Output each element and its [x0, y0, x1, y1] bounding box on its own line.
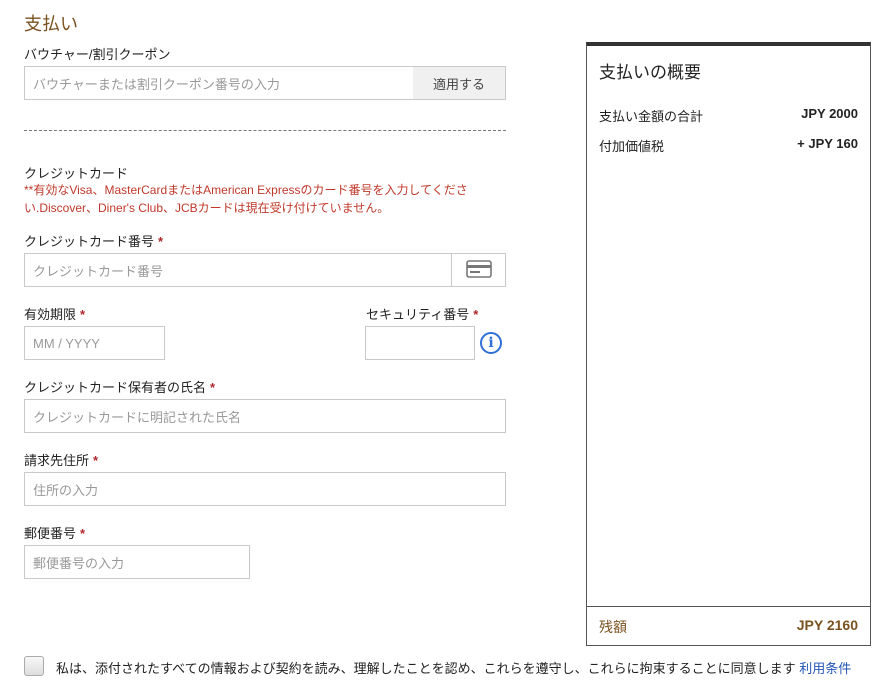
holder-label-text: クレジットカード保有者の氏名 [24, 380, 207, 395]
card-type-box [451, 253, 506, 287]
summary-footer: 残額 JPY 2160 [587, 606, 870, 645]
holder-placeholder: クレジットカードに明記された氏名 [33, 409, 242, 425]
address-label-text: 請求先住所 [24, 453, 90, 468]
credit-card-section-label: クレジットカード [24, 166, 129, 181]
summary-title: 支払いの概要 [599, 63, 701, 82]
holder-label: クレジットカード保有者の氏名 * [24, 377, 215, 396]
card-number-label: クレジットカード番号 * [24, 231, 163, 250]
total-value: JPY 2000 [801, 106, 858, 121]
tax-value: + JPY 160 [797, 136, 858, 151]
required-mark: * [80, 307, 86, 322]
postal-code-input[interactable]: 郵便番号の入力 [24, 545, 250, 579]
required-mark: * [210, 380, 216, 395]
expiry-input[interactable]: MM / YYYY [24, 326, 165, 360]
holder-name-input[interactable]: クレジットカードに明記された氏名 [24, 399, 506, 433]
postal-label: 郵便番号 * [24, 523, 85, 542]
address-input[interactable]: 住所の入力 [24, 472, 506, 506]
expiry-label-text: 有効期限 [24, 307, 77, 322]
total-label: 支払い金額の合計 [599, 109, 704, 124]
payment-summary-panel: 支払いの概要 支払い金額の合計 JPY 2000 付加価値税 + JPY 160… [586, 42, 871, 646]
security-label: セキュリティ番号 * [366, 304, 478, 323]
address-label: 請求先住所 * [24, 450, 98, 469]
security-label-text: セキュリティ番号 [366, 307, 470, 322]
summary-tax-row: 付加価値税 + JPY 160 [599, 136, 858, 155]
expiry-label: 有効期限 * [24, 304, 85, 323]
page-title: 支払い [24, 14, 78, 34]
card-notice: **有効なVisa、MasterCardまたはAmerican Expressの… [24, 183, 468, 215]
info-icon[interactable]: i [480, 332, 502, 354]
required-mark: * [473, 307, 479, 322]
tax-label: 付加価値税 [599, 139, 665, 154]
card-number-label-text: クレジットカード番号 [24, 234, 155, 249]
summary-total-row: 支払い金額の合計 JPY 2000 [599, 106, 858, 125]
agreement-text: 私は、添付されたすべての情報および契約を読み、理解したことを認め、これらを遵守し… [56, 661, 796, 676]
card-number-placeholder: クレジットカード番号 [33, 263, 164, 279]
balance-value: JPY 2160 [796, 617, 858, 633]
credit-card-icon [465, 259, 492, 281]
voucher-placeholder: バウチャーまたは割引クーポン番号の入力 [33, 76, 280, 92]
agreement-line: 私は、添付されたすべての情報および契約を読み、理解したことを認め、これらを遵守し… [56, 658, 851, 677]
required-mark: * [158, 234, 164, 249]
postal-placeholder: 郵便番号の入力 [33, 555, 125, 571]
voucher-label: バウチャー/割引クーポン [24, 47, 171, 62]
terms-link[interactable]: 利用条件 [799, 661, 851, 676]
expiry-placeholder: MM / YYYY [33, 335, 100, 351]
required-mark: * [80, 526, 86, 541]
address-placeholder: 住所の入力 [33, 482, 99, 498]
apply-voucher-button[interactable]: 適用する [413, 66, 506, 100]
section-divider [24, 130, 506, 131]
security-code-input[interactable] [365, 326, 475, 360]
required-mark: * [93, 453, 99, 468]
card-number-input[interactable]: クレジットカード番号 [24, 253, 452, 287]
balance-label: 残額 [599, 619, 627, 635]
postal-label-text: 郵便番号 [24, 526, 77, 541]
agree-checkbox[interactable] [24, 656, 44, 676]
voucher-input[interactable]: バウチャーまたは割引クーポン番号の入力 [24, 66, 414, 100]
